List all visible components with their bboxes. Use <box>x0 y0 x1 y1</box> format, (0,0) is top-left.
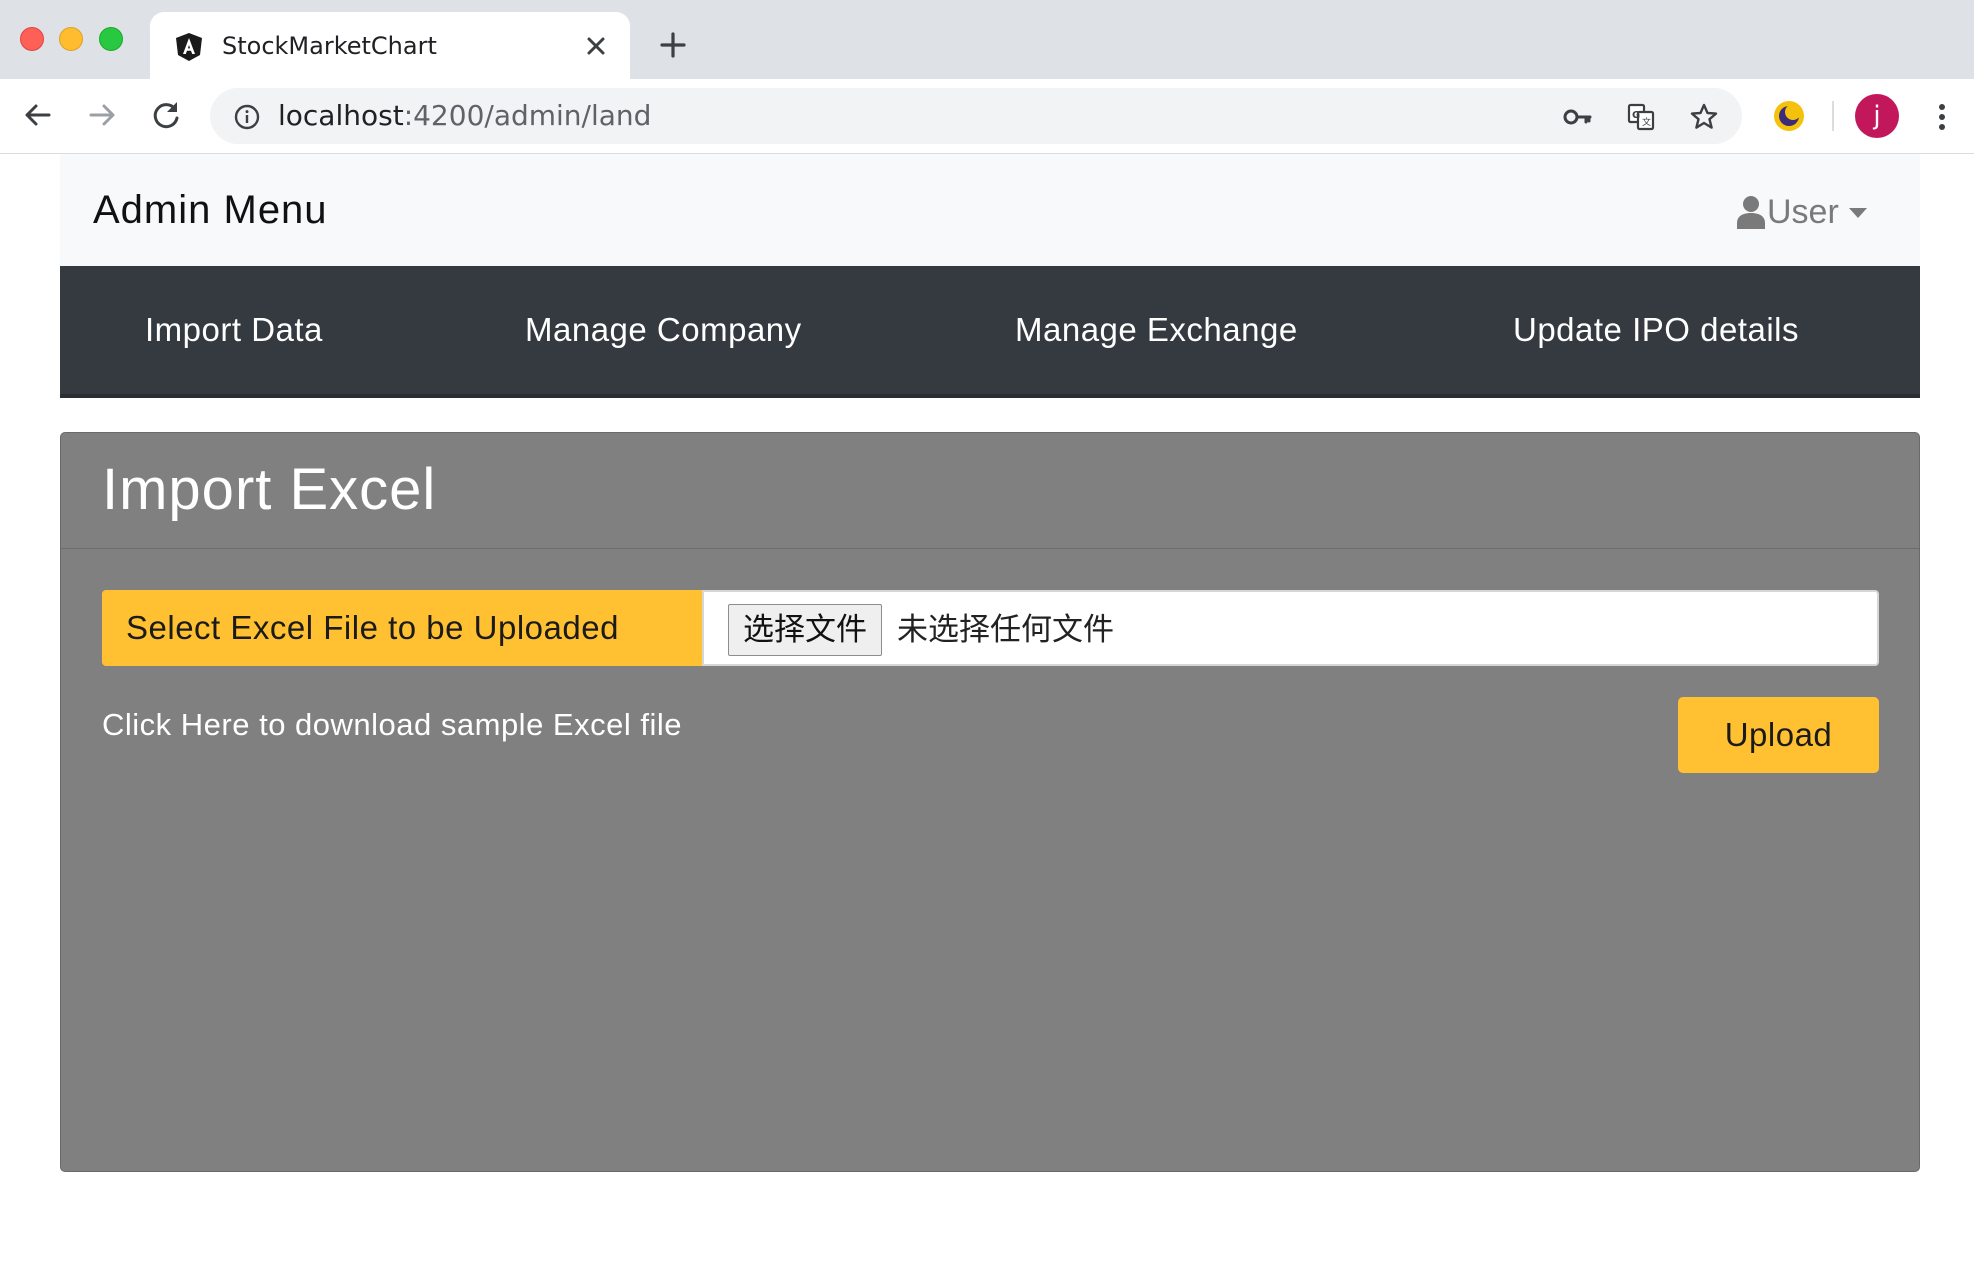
window-close-button[interactable] <box>20 27 44 51</box>
info-icon[interactable] <box>234 104 260 130</box>
file-status-text: 未选择任何文件 <box>897 612 1114 648</box>
upload-button[interactable]: Upload <box>1678 697 1879 773</box>
file-input-label: Select Excel File to be Uploaded <box>102 590 702 666</box>
nav-update-ipo-details[interactable]: Update IPO details <box>1513 308 1799 352</box>
window-minimize-button[interactable] <box>59 27 83 51</box>
tab-title: StockMarketChart <box>222 32 437 60</box>
angular-favicon-icon <box>176 33 202 61</box>
page-content: Admin Menu User Import Data Manage Compa… <box>0 154 1974 1286</box>
back-arrow-icon[interactable] <box>20 97 56 133</box>
admin-navbar: Import Data Manage Company Manage Exchan… <box>60 266 1920 398</box>
user-label: User <box>1767 192 1839 231</box>
nav-import-data[interactable]: Import Data <box>145 308 323 352</box>
url-text[interactable]: localhost:4200/admin/land <box>278 99 651 133</box>
browser-tab-strip: StockMarketChart <box>0 0 1974 79</box>
svg-text:文: 文 <box>1642 116 1651 128</box>
browser-toolbar: localhost:4200/admin/land G 文 j <box>0 79 1974 154</box>
card-header: Import Excel <box>61 433 1919 549</box>
translate-icon[interactable]: G 文 <box>1626 102 1656 132</box>
download-sample-link[interactable]: Click Here to download sample Excel file <box>102 703 682 747</box>
browser-tab[interactable]: StockMarketChart <box>150 12 630 79</box>
svg-text:G: G <box>1632 110 1640 121</box>
close-icon[interactable] <box>582 32 610 60</box>
choose-file-button[interactable]: 选择文件 <box>728 604 882 656</box>
profile-avatar[interactable]: j <box>1855 94 1899 138</box>
url-path: :4200/admin/land <box>403 99 652 132</box>
nav-manage-company[interactable]: Manage Company <box>525 308 802 352</box>
card-title: Import Excel <box>102 457 437 522</box>
window-maximize-button[interactable] <box>99 27 123 51</box>
reload-icon[interactable] <box>148 97 184 133</box>
kebab-menu-icon[interactable] <box>1928 101 1956 133</box>
nav-manage-exchange[interactable]: Manage Exchange <box>1015 308 1298 352</box>
admin-header-bar: Admin Menu User <box>60 154 1920 266</box>
key-icon[interactable] <box>1562 102 1592 132</box>
user-icon <box>1737 196 1765 229</box>
brand-title[interactable]: Admin Menu <box>93 184 328 236</box>
new-tab-plus-icon[interactable] <box>658 30 688 60</box>
toolbar-divider <box>1832 101 1834 131</box>
star-icon[interactable] <box>1689 102 1719 132</box>
file-input-group: Select Excel File to be Uploaded 选择文件 未选… <box>102 590 1879 666</box>
address-bar[interactable]: localhost:4200/admin/land G 文 <box>210 88 1742 144</box>
file-input[interactable]: 选择文件 未选择任何文件 <box>702 590 1879 666</box>
extension-moon-icon[interactable] <box>1772 99 1806 133</box>
forward-arrow-icon[interactable] <box>84 97 120 133</box>
user-dropdown[interactable]: User <box>1737 188 1867 236</box>
chevron-down-icon <box>1848 208 1867 218</box>
import-excel-card: Import Excel Select Excel File to be Upl… <box>60 432 1920 1172</box>
url-host: localhost <box>278 99 404 132</box>
